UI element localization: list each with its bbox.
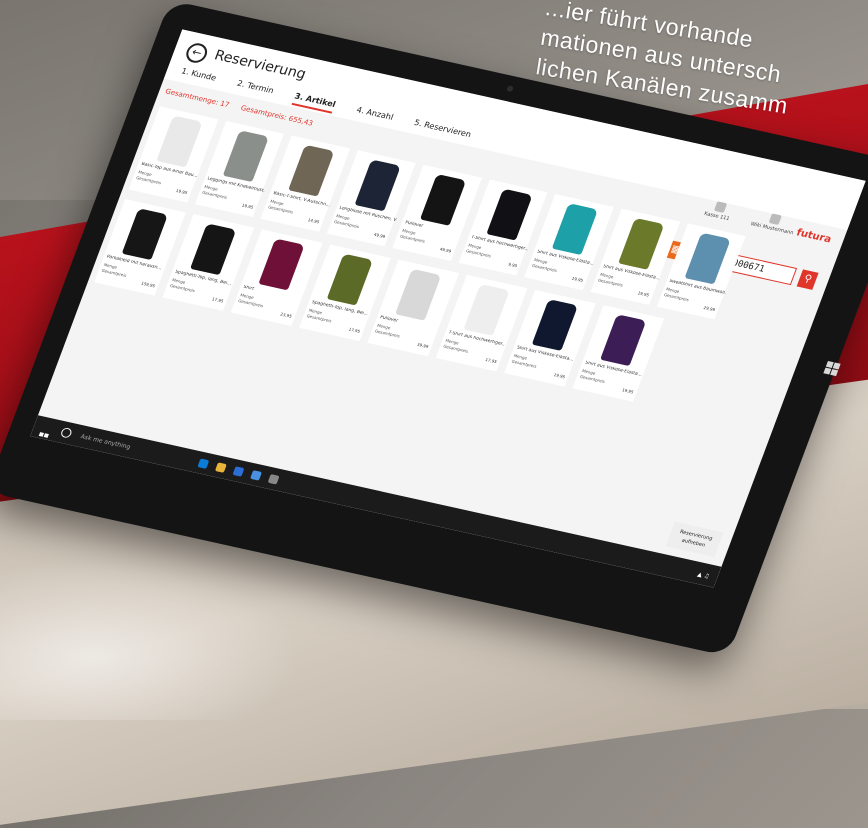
tab-step-1[interactable]: 1. Kunde <box>178 66 218 87</box>
product-meta: Menge Gesamtpreis <box>237 292 266 309</box>
cortana-icon[interactable] <box>59 427 73 439</box>
product-image <box>684 232 731 285</box>
product-image <box>222 130 269 182</box>
product-price: 19,95 <box>636 290 650 298</box>
product-image <box>121 208 168 261</box>
product-price: 17,95 <box>347 326 361 334</box>
tab-step-3[interactable]: 3. Artikel <box>291 91 337 114</box>
product-price: 19,95 <box>553 372 566 380</box>
product-price: 23,95 <box>279 311 293 319</box>
product-image <box>486 188 533 241</box>
product-image <box>395 268 442 321</box>
product-price: 17,95 <box>484 356 498 365</box>
product-meta: Menge Gesamtpreis <box>663 286 692 303</box>
product-meta: Menge Gesamtpreis <box>511 353 540 370</box>
tab-step-5[interactable]: 5. Reservieren <box>411 118 472 144</box>
product-price: 9,95 <box>507 261 518 269</box>
edge-icon[interactable] <box>197 457 210 469</box>
product-meta: Menge Gesamtpreis <box>579 368 608 385</box>
product-meta: Menge Gesamtpreis <box>333 213 362 230</box>
product-price: 39,99 <box>416 341 430 350</box>
product-meta: Menge Gesamtpreis <box>306 308 335 325</box>
product-price: 19,95 <box>571 275 584 283</box>
product-price: 49,99 <box>373 231 387 240</box>
product-price: 19,95 <box>175 187 189 196</box>
product-meta: Menge Gesamtpreis <box>101 262 130 279</box>
tab-step-4[interactable]: 4. Anzahl <box>353 105 394 126</box>
product-image <box>618 217 665 270</box>
register-icon <box>713 201 727 213</box>
mail-icon[interactable] <box>249 469 262 481</box>
cancel-reservation-button[interactable]: Reservierung aufheben <box>665 521 724 558</box>
app-icon[interactable] <box>267 473 280 484</box>
product-image <box>600 314 647 367</box>
product-image <box>288 144 335 197</box>
store-icon[interactable] <box>232 465 245 477</box>
search-icon[interactable]: ⚲ <box>796 269 819 290</box>
product-meta: Menge Gesamtpreis <box>442 338 471 355</box>
product-meta: Menge Gesamtpreis <box>201 184 230 201</box>
product-image <box>463 283 510 336</box>
back-arrow-icon[interactable]: ← <box>183 41 210 65</box>
product-meta: Menge Gesamtpreis <box>399 228 428 245</box>
product-image <box>354 159 401 212</box>
product-image <box>326 253 374 306</box>
product-price: 17,95 <box>211 296 225 304</box>
background-glare <box>0 560 300 720</box>
product-price: 159,95 <box>140 280 156 289</box>
product-image <box>156 115 203 168</box>
product-meta: Menge Gesamtpreis <box>374 323 403 340</box>
camera-icon <box>506 85 515 93</box>
product-meta: Menge Gesamtpreis <box>531 257 560 274</box>
explorer-icon[interactable] <box>214 461 227 473</box>
product-meta: Menge Gesamtpreis <box>465 243 494 260</box>
product-price: 49,99 <box>439 246 453 254</box>
tab-step-2[interactable]: 2. Termin <box>234 79 275 100</box>
product-image <box>258 238 305 291</box>
product-image <box>552 203 599 256</box>
register-label: Kasse 111 <box>703 210 731 223</box>
product-meta: Menge Gesamtpreis <box>135 169 164 186</box>
user-icon <box>768 213 783 226</box>
product-meta: Menge Gesamtpreis <box>597 272 626 289</box>
product-price: 29,99 <box>702 304 716 313</box>
product-price: 19,95 <box>621 387 635 395</box>
product-price: 19,95 <box>241 202 255 210</box>
product-meta: Menge Gesamtpreis <box>169 277 198 294</box>
product-price: 14,95 <box>307 217 321 225</box>
brand-logo: futura <box>794 227 833 246</box>
windows-start-icon[interactable] <box>32 423 53 456</box>
product-meta: Menge Gesamtpreis <box>267 199 296 216</box>
taskbar-search-input[interactable]: Ask me anything <box>80 433 132 451</box>
product-image <box>531 299 579 351</box>
product-image <box>190 223 237 276</box>
system-tray: ▲ ♫ <box>696 570 711 581</box>
taskbar-apps <box>197 457 280 484</box>
product-image <box>420 173 467 226</box>
